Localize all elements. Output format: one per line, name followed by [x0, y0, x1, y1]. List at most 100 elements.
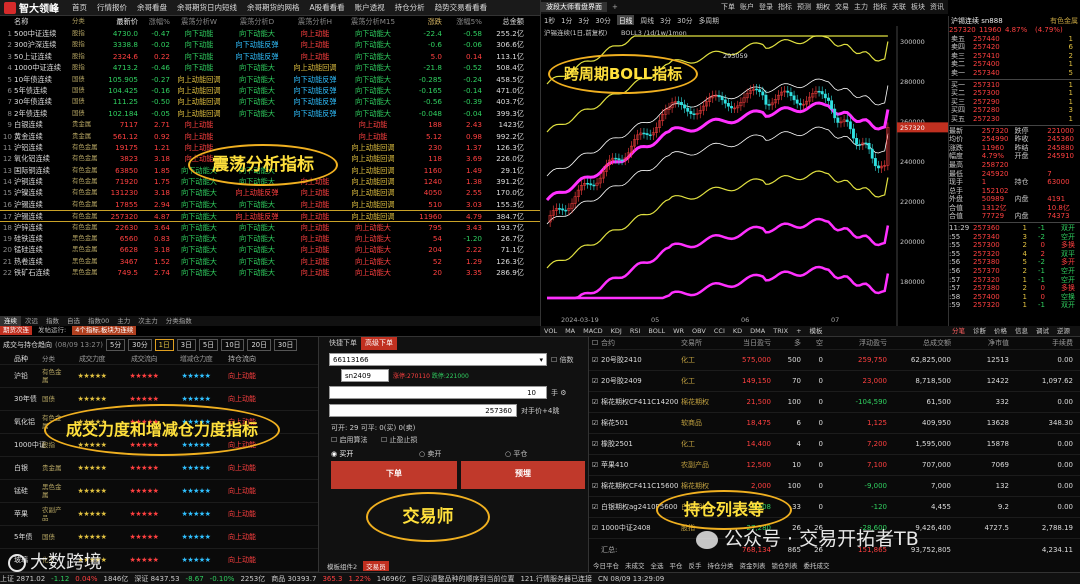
period-button[interactable]: 3日: [176, 339, 196, 351]
quote-row[interactable]: 22 铁矿石连续 黑色金属 749.5 2.74 向下动能大 向下动能大 向上动能 向上动能大 2…: [0, 267, 540, 278]
position-row[interactable]: ☑ 苹果410 农副产品 12,500 10 0 7,100 707,000 7069 0.00: [589, 455, 1080, 476]
period-button[interactable]: 日线: [616, 15, 635, 25]
indicator-tab[interactable]: KDJ: [607, 326, 626, 336]
add-tab-button[interactable]: +: [607, 3, 623, 11]
quote-tab[interactable]: 主力: [113, 316, 134, 326]
period-button[interactable]: 30分: [677, 15, 692, 25]
quote-row[interactable]: 9 白银连续 贵金属 7117 2.71 向上动能 向上动能 188 2.43 1423亿: [0, 119, 540, 130]
place-order-button[interactable]: 下单: [331, 461, 457, 489]
period-button[interactable]: 周线: [640, 15, 654, 25]
position-check[interactable]: ☑: [589, 482, 601, 490]
chart-tool-button[interactable]: 下单: [721, 2, 735, 12]
positions-tab[interactable]: 平仓: [670, 560, 683, 570]
position-check[interactable]: ☑: [589, 377, 601, 385]
position-check[interactable]: ☑: [589, 440, 601, 448]
ranking-row[interactable]: 苹果 农副产品 ★★★★★ ★★★★★ ★★★★★ 向上动能: [0, 503, 318, 526]
position-check[interactable]: ☑: [589, 356, 601, 364]
select-all-check[interactable]: ☐: [589, 339, 601, 347]
pos-col-net-value[interactable]: 净市值: [951, 338, 1009, 348]
ranking-row[interactable]: 5年债 国债 ★★★★★ ★★★★★ ★★★★★ 向上动能: [0, 526, 318, 549]
indicator-tab[interactable]: DMA: [746, 326, 769, 336]
col-diff[interactable]: 涨跌: [402, 16, 442, 28]
quote-row[interactable]: 20 锰硅连续 黑色金属 6628 3.18 向下动能大 向下动能大 向上动能 向上动能大 204…: [0, 244, 540, 255]
positions-tab[interactable]: 全选: [651, 560, 664, 570]
quote-row[interactable]: 5 10年债连续 国债 105.905 -0.27 向上动能回调 向下动能大 向下动能反弹 向下…: [0, 74, 540, 85]
col-osc-h[interactable]: 震荡分析H: [286, 16, 344, 28]
menu-yu-grid[interactable]: 余哥期货的网格: [242, 2, 305, 13]
col-osc-m15[interactable]: 震荡分析M15: [344, 16, 402, 28]
quote-row[interactable]: 16 沪锡连续 有色金属 17855 2.94 向下动能大 向下动能大 向上动能 向上动能回调 5…: [0, 199, 540, 210]
quote-row[interactable]: 4 1000中证连续 股指 4713.2 -0.46 向下动能 向下动能大 向上动能回调 向下动…: [0, 62, 540, 73]
radio-buy-open[interactable]: ◉ 买开: [331, 449, 353, 459]
quote-tab[interactable]: 指数: [42, 316, 63, 326]
indicator-tab[interactable]: +: [792, 326, 805, 336]
pos-col-float-pnl[interactable]: 浮动盈亏: [823, 338, 887, 348]
positions-tab[interactable]: 今日平仓: [593, 560, 619, 570]
positions-tab[interactable]: 锁仓列表: [772, 560, 798, 570]
bid-level[interactable]: 买四 257280 3: [949, 106, 1080, 115]
ranking-row[interactable]: 锰硅 黑色金属 ★★★★★ ★★★★★ ★★★★★ 向上动能: [0, 480, 318, 503]
pos-col-fee[interactable]: 手续费: [1009, 338, 1073, 348]
col-osc-d[interactable]: 震荡分析D: [228, 16, 286, 28]
period-button[interactable]: 3分: [660, 15, 671, 25]
bid-level[interactable]: 买二 257300 1: [949, 89, 1080, 98]
positions-tab[interactable]: 资金列表: [740, 560, 766, 570]
quote-tab[interactable]: 次主力: [134, 316, 162, 326]
chart-tool-button[interactable]: 登录: [759, 2, 773, 12]
period-button[interactable]: 3分: [578, 15, 589, 25]
quote-row[interactable]: 17 沪锡连续 有色金属 257320 4.87 向下动能大 向上动能反弹 向上动能 向上动能回…: [0, 210, 540, 222]
ask-level[interactable]: 卖三 257410 2: [949, 52, 1080, 61]
preset-order-button[interactable]: 预埋: [461, 461, 585, 489]
chart-tool-button[interactable]: 资讯: [930, 2, 944, 12]
quote-row[interactable]: 10 黄金连续 贵金属 561.12 0.92 向上动能 向上动能 5.12 0.98 992.2…: [0, 131, 540, 142]
quote-row[interactable]: 1 500中证连续 股指 4730.0 -0.47 向下动能 向下动能大 向上动能 向下动能大 -…: [0, 28, 540, 39]
indicator-tab[interactable]: OBV: [688, 326, 710, 336]
period-button[interactable]: 1日: [154, 339, 174, 351]
qty-input[interactable]: 10: [329, 386, 547, 399]
position-row[interactable]: ☑ 棉花期权CF411C14200 棉花期权 21,500 100 0 -104,590 61…: [589, 392, 1080, 413]
col-osc-w[interactable]: 震荡分析W: [170, 16, 228, 28]
period-button[interactable]: 多周期: [699, 15, 719, 25]
check-algo[interactable]: ☐ 启用算法: [331, 435, 368, 445]
quote-row[interactable]: 2 300沪深连续 股指 3338.8 -0.02 向下动能 向下动能反弹 向上动能 向下动能大…: [0, 39, 540, 50]
contract-input[interactable]: sn2409: [341, 369, 389, 382]
chart-tool-button[interactable]: 账户: [740, 2, 754, 12]
quote-row[interactable]: 19 硅铁连续 黑色金属 6560 0.83 向下动能大 向下动能大 向上动能 向上动能大 54 -…: [0, 233, 540, 244]
menu-yu-intraday[interactable]: 余哥期货日内短线: [172, 2, 242, 13]
tab-template2[interactable]: 模板组件2: [327, 561, 357, 571]
positions-tab[interactable]: 未成交: [625, 560, 645, 570]
position-row[interactable]: ☑ 20号胶2409 化工 149,150 70 0 23,000 8,718,500 1242…: [589, 371, 1080, 392]
indicator-tab[interactable]: BOLL: [644, 326, 669, 336]
order-book-tab[interactable]: 价格: [990, 326, 1011, 336]
positions-tab[interactable]: 持仓分类: [708, 560, 734, 570]
order-book-tab[interactable]: 诊断: [969, 326, 990, 336]
quote-row[interactable]: 7 30年债连续 国债 111.25 -0.50 向上动能回调 向下动能大 向下动能反弹 向下动…: [0, 96, 540, 107]
ask-level[interactable]: 卖一 257340 5: [949, 69, 1080, 78]
quote-row[interactable]: 6 5年债连续 国债 104.425 -0.16 向上动能回调 向下动能大 向下动能反弹 向下动…: [0, 85, 540, 96]
indicator-tab[interactable]: TRIX: [769, 326, 792, 336]
ask-level[interactable]: 卖二 257400 1: [949, 60, 1080, 69]
period-button[interactable]: 30日: [273, 339, 298, 351]
quote-row[interactable]: 18 沪锌连续 有色金属 22630 3.64 向下动能大 向下动能大 向上动能 向上动能大 79…: [0, 222, 540, 233]
col-amount[interactable]: 总金额: [482, 16, 524, 28]
order-book-tab[interactable]: 信息: [1011, 326, 1032, 336]
quote-tab[interactable]: 次远: [21, 316, 42, 326]
position-check[interactable]: ☑: [589, 503, 601, 511]
pos-col-contract[interactable]: 合约: [601, 338, 681, 348]
pos-col-turnover[interactable]: 总成交额: [887, 338, 951, 348]
radio-close[interactable]: ○ 平仓: [505, 449, 527, 459]
quote-row[interactable]: 3 50上证连续 股指 2324.6 0.22 向下动能 向下动能反弹 向上动能 向下动能大 5.…: [0, 51, 540, 62]
chart-tool-button[interactable]: 期权: [816, 2, 830, 12]
chart-tool-button[interactable]: 预测: [797, 2, 811, 12]
quote-tab[interactable]: 连续: [0, 316, 21, 326]
tab-quick-order[interactable]: 快捷下单: [329, 337, 357, 350]
indicator-tab[interactable]: MACD: [579, 326, 606, 336]
menu-a-shares[interactable]: A股看看看: [305, 2, 350, 13]
tab-advanced-order[interactable]: 高级下单: [361, 337, 397, 350]
radio-sell-open[interactable]: ○ 卖开: [419, 449, 441, 459]
col-name[interactable]: 名称: [14, 16, 72, 28]
position-check[interactable]: ☑: [589, 461, 601, 469]
position-check[interactable]: ☑: [589, 524, 601, 532]
pos-col-short[interactable]: 空: [801, 338, 823, 348]
chart-title-tab[interactable]: 波段大师看盘界面: [541, 2, 607, 12]
